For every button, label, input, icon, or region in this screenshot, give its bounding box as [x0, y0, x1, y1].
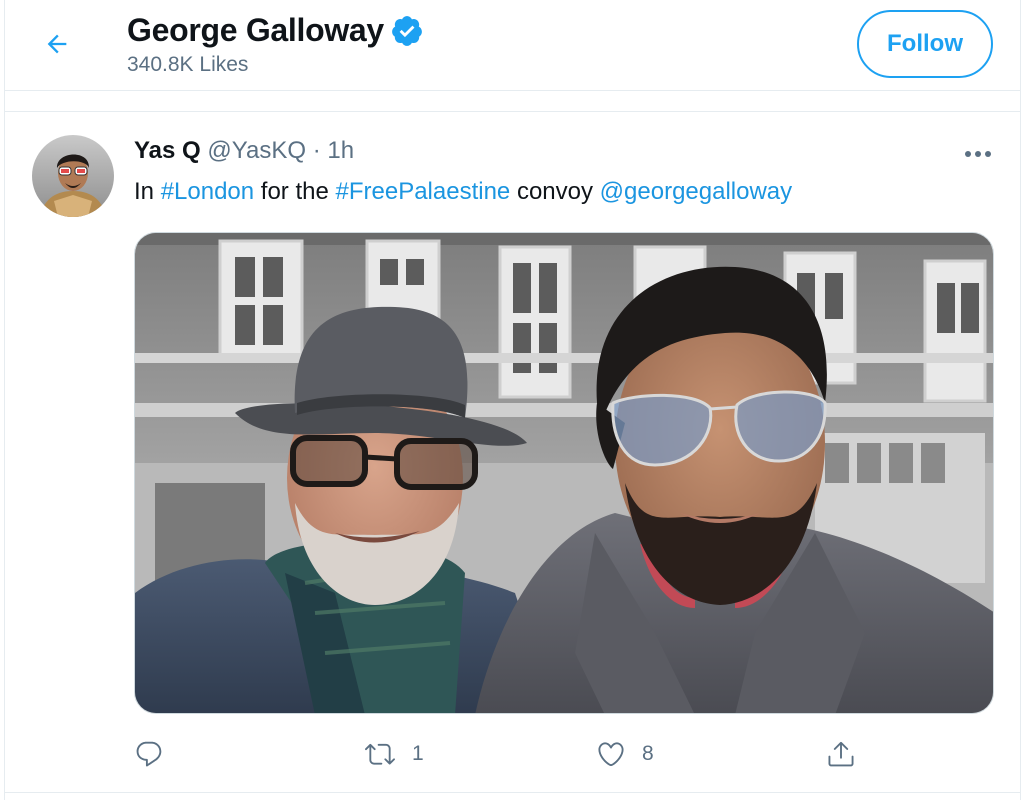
- retweet-count: 1: [412, 742, 424, 765]
- back-button[interactable]: [35, 22, 79, 66]
- tweet-time[interactable]: 1h: [327, 137, 354, 164]
- selfie-photo-image: [135, 233, 993, 713]
- tweet-text-segment: In: [134, 178, 161, 205]
- share-button[interactable]: [826, 734, 872, 774]
- avatar-image: [32, 135, 114, 217]
- avatar[interactable]: [32, 135, 114, 217]
- likes-count: 340.8K Likes: [127, 53, 249, 76]
- divider: [5, 111, 1020, 112]
- tweet-text-segment: for the: [254, 178, 336, 205]
- tweet-text: In #London for the #FreePalaestine convo…: [134, 178, 792, 206]
- like-count: 8: [642, 742, 654, 765]
- retweet-icon: [365, 743, 395, 765]
- tweet-photo[interactable]: [134, 232, 994, 714]
- tweet-header: Yas Q @YasKQ · 1h: [134, 137, 354, 165]
- share-icon: [828, 741, 854, 767]
- tweet-actions: 1 8: [134, 734, 994, 774]
- more-options-button[interactable]: [958, 136, 998, 172]
- hashtag-link-freepalaestine[interactable]: #FreePalaestine: [336, 178, 511, 205]
- like-button[interactable]: 8: [596, 734, 654, 774]
- reply-button[interactable]: [134, 734, 180, 774]
- retweet-button[interactable]: 1: [364, 734, 424, 774]
- divider: [5, 792, 1020, 793]
- arrow-left-icon: [47, 34, 67, 54]
- profile-header: George Galloway 340.8K Likes Follow: [5, 0, 1020, 90]
- timeline-border-right: [1020, 0, 1021, 800]
- heart-icon: [598, 742, 624, 767]
- hashtag-link-london[interactable]: #London: [161, 178, 254, 205]
- mention-link-georgegalloway[interactable]: @georgegalloway: [600, 178, 792, 205]
- tweet-text-segment: convoy: [510, 178, 600, 205]
- author-name[interactable]: Yas Q: [134, 137, 201, 164]
- spacer: [5, 91, 1020, 111]
- page-title: George Galloway: [127, 12, 384, 48]
- reply-icon: [136, 741, 162, 767]
- author-handle[interactable]: @YasKQ: [207, 137, 306, 164]
- more-horizontal-icon: [965, 151, 991, 157]
- timeline-border-left: [4, 0, 5, 800]
- verified-badge-icon: [392, 15, 422, 46]
- follow-button[interactable]: Follow: [857, 10, 993, 78]
- separator-dot: ·: [312, 137, 321, 164]
- header-title-block: George Galloway 340.8K Likes: [127, 12, 424, 77]
